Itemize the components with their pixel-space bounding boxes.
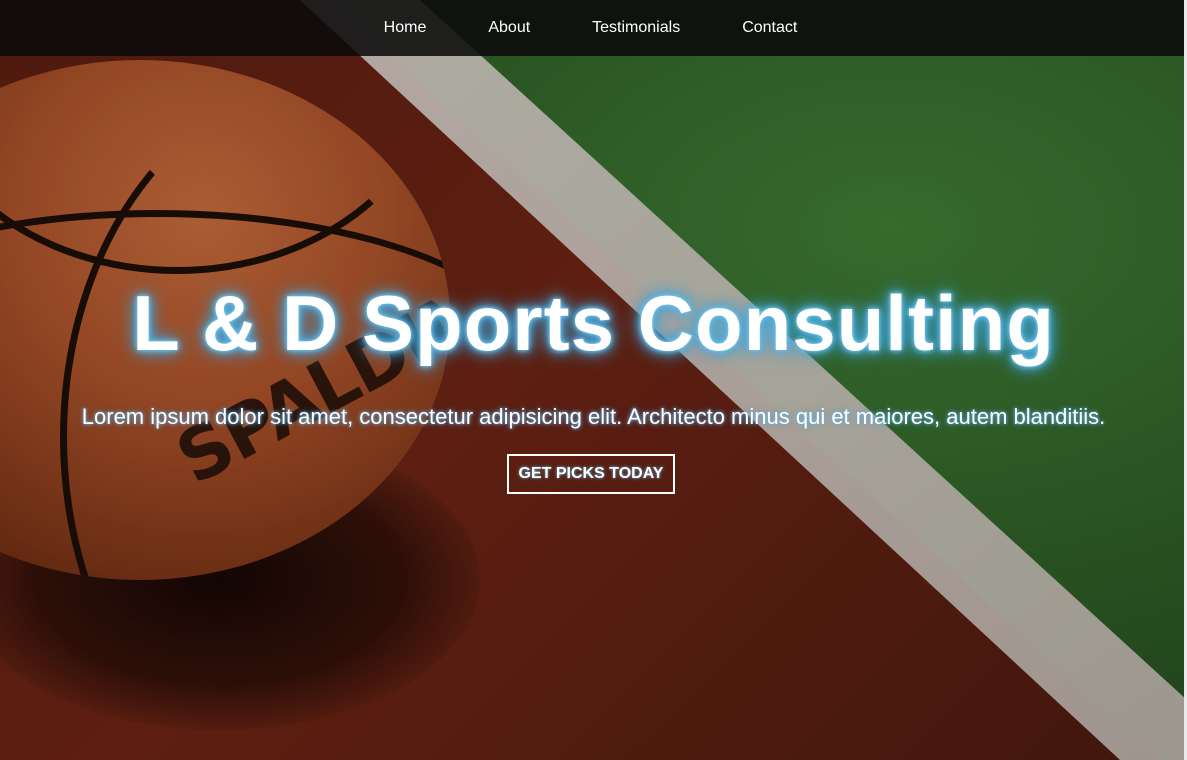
nav-link-testimonials[interactable]: Testimonials <box>561 0 711 56</box>
nav-link-contact[interactable]: Contact <box>711 0 828 56</box>
background-overlay <box>0 0 1187 760</box>
nav-link-about[interactable]: About <box>457 0 561 56</box>
hero-section: SPALDING Home About Testimonials Contact… <box>0 0 1187 760</box>
get-picks-button[interactable]: GET PICKS TODAY <box>507 454 675 494</box>
top-navbar: Home About Testimonials Contact <box>0 0 1187 56</box>
hero-subtitle: Lorem ipsum dolor sit amet, consectetur … <box>81 404 1106 429</box>
hero-title: L & D Sports Consulting <box>132 279 1055 367</box>
nav-link-home[interactable]: Home <box>353 0 458 56</box>
